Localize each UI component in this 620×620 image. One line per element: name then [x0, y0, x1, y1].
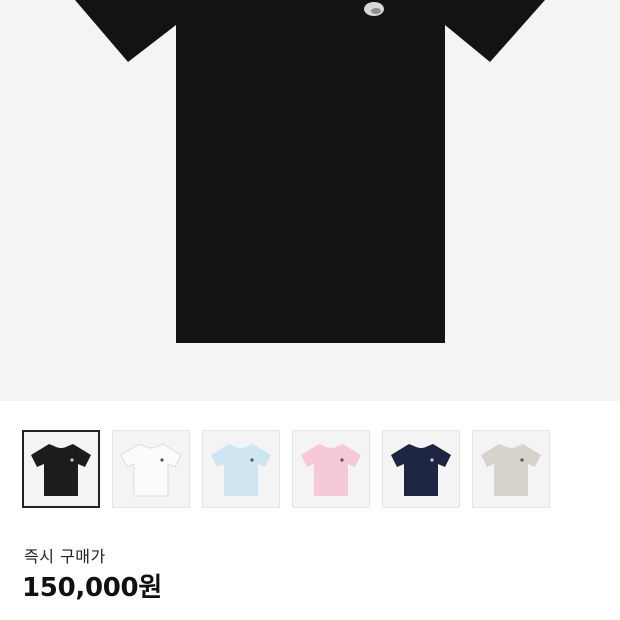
thumbnail-light-blue[interactable]: [202, 430, 280, 508]
black-tshirt-image: [75, 0, 545, 343]
thumbnail-navy[interactable]: [382, 430, 460, 508]
thumbnail-black[interactable]: [22, 430, 100, 508]
tshirt-thumb-icon: [211, 444, 271, 496]
price-value: 150,000원: [22, 573, 162, 603]
tshirt-thumb-icon: [481, 444, 541, 496]
product-main-image[interactable]: [0, 0, 620, 401]
thumbnail-pink[interactable]: [292, 430, 370, 508]
tshirt-thumb-icon: [301, 444, 361, 496]
price-label: 즉시 구매가: [24, 547, 106, 566]
tshirt-thumb-icon: [31, 444, 91, 496]
thumbnail-white[interactable]: [112, 430, 190, 508]
tshirt-thumb-icon: [391, 444, 451, 496]
logo-patch-icon: [364, 2, 384, 16]
tshirt-thumb-icon: [120, 443, 182, 497]
tshirt-shape: [75, 0, 545, 343]
thumbnail-grey[interactable]: [472, 430, 550, 508]
color-thumbnails: [22, 430, 550, 510]
